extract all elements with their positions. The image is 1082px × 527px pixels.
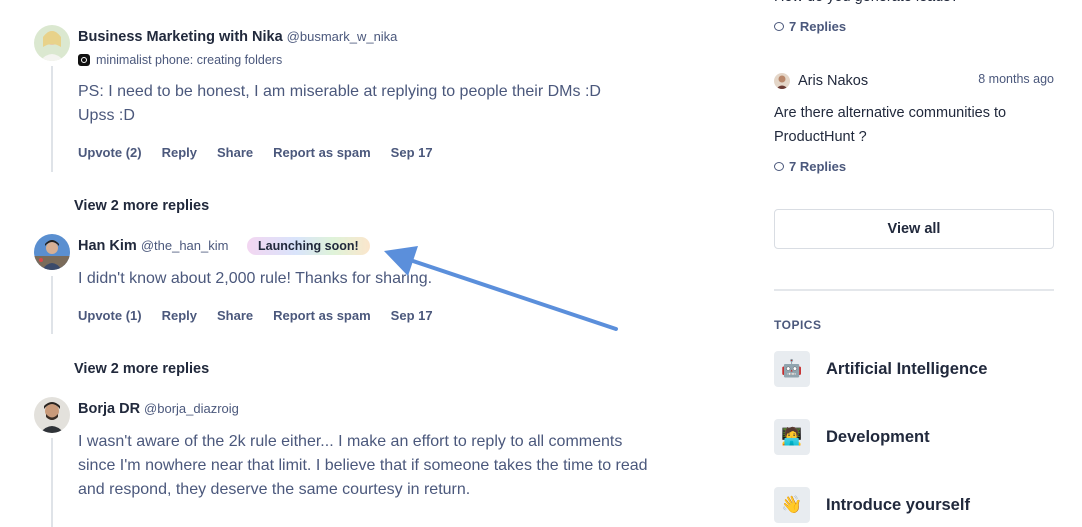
topic-label[interactable]: Artificial Intelligence: [826, 360, 987, 379]
avatar[interactable]: [34, 397, 70, 433]
topic-label[interactable]: Introduce yourself: [826, 496, 970, 515]
discussion-title[interactable]: How do you generate leads?: [774, 0, 959, 9]
status-text: minimalist phone: creating folders: [96, 53, 283, 67]
upvote-button[interactable]: Upvote (2): [78, 145, 142, 160]
comment-actions: Upvote (2) Reply Share Report as spam Se…: [78, 145, 453, 160]
author-handle[interactable]: @the_han_kim: [141, 238, 229, 253]
discussion-replies[interactable]: 7 Replies: [774, 159, 846, 174]
author-name[interactable]: Borja DR: [78, 401, 140, 417]
share-button[interactable]: Share: [217, 145, 253, 160]
comment-date[interactable]: Sep 17: [391, 145, 433, 160]
upvote-button[interactable]: Upvote (1): [78, 308, 142, 323]
discussion-title[interactable]: Are there alternative communities to Pro…: [774, 101, 1044, 149]
comment-author[interactable]: Business Marketing with Nika @busmark_w_n…: [78, 29, 397, 45]
thread-line: [51, 276, 53, 334]
annotation-arrow: [384, 246, 618, 331]
avatar[interactable]: [34, 25, 70, 61]
thread-line: [51, 66, 53, 172]
developer-icon: 🧑‍💻: [774, 419, 810, 455]
discussion-time: 8 months ago: [978, 72, 1054, 86]
topic-item[interactable]: 🤖 Artificial Intelligence: [774, 351, 987, 387]
author-handle[interactable]: @borja_diazroig: [144, 401, 239, 416]
user-status: minimalist phone: creating folders: [78, 53, 282, 67]
comment-text: I wasn't aware of the 2k rule either... …: [78, 433, 648, 498]
status-app-icon: [78, 54, 90, 66]
topic-item[interactable]: 👋 Introduce yourself: [774, 487, 970, 523]
author-handle[interactable]: @busmark_w_nika: [287, 29, 398, 44]
reply-button[interactable]: Reply: [162, 308, 197, 323]
author-name[interactable]: Han Kim: [78, 238, 137, 254]
view-all-button[interactable]: View all: [774, 209, 1054, 249]
report-spam-button[interactable]: Report as spam: [273, 145, 371, 160]
report-spam-button[interactable]: Report as spam: [273, 308, 371, 323]
comment-bubble-icon: [774, 22, 784, 31]
waving-hand-icon: 👋: [774, 487, 810, 523]
sidebar-divider: [774, 289, 1054, 291]
reply-button[interactable]: Reply: [162, 145, 197, 160]
topic-label[interactable]: Development: [826, 428, 930, 447]
discussion-author[interactable]: Aris Nakos: [798, 73, 868, 89]
avatar[interactable]: [34, 234, 70, 270]
author-name[interactable]: Business Marketing with Nika: [78, 29, 283, 45]
share-button[interactable]: Share: [217, 308, 253, 323]
topics-heading: TOPICS: [774, 318, 822, 332]
discussion-replies[interactable]: 7 Replies: [774, 19, 846, 34]
view-more-replies-button[interactable]: View 2 more replies: [74, 198, 209, 214]
comment-author[interactable]: Borja DR @borja_diazroig: [78, 401, 239, 417]
thread-line: [51, 438, 53, 527]
topic-item[interactable]: 🧑‍💻 Development: [774, 419, 930, 455]
view-more-replies-button[interactable]: View 2 more replies: [74, 361, 209, 377]
comment-text: PS: I need to be honest, I am miserable …: [78, 83, 601, 124]
robot-icon: 🤖: [774, 351, 810, 387]
discussion-author-avatar[interactable]: [774, 73, 790, 89]
comment-bubble-icon: [774, 162, 784, 171]
comment-author[interactable]: Han Kim @the_han_kim: [78, 238, 228, 254]
launching-soon-badge[interactable]: Launching soon!: [247, 237, 370, 255]
